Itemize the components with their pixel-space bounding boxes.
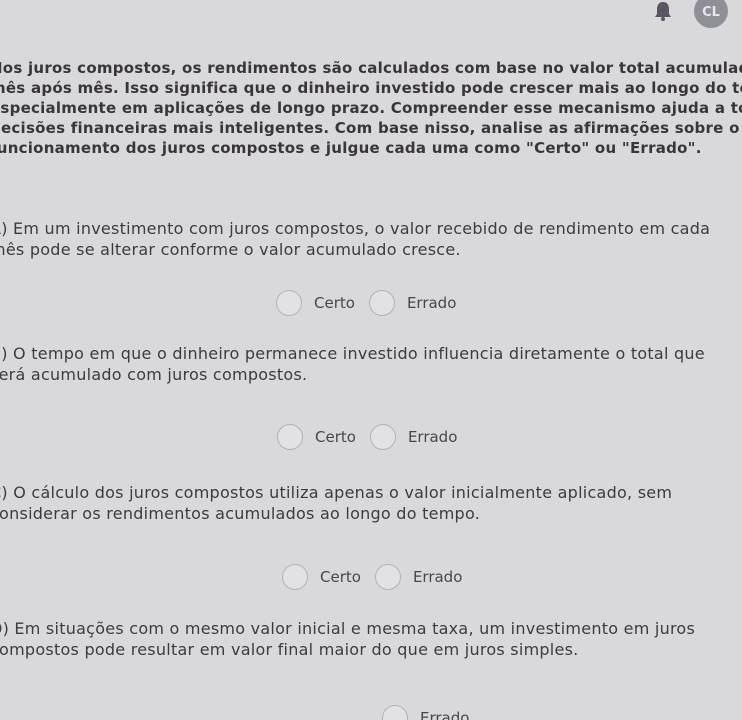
- question-c-option-certo[interactable]: Certo: [282, 564, 361, 590]
- question-d-text: D) Em situações com o mesmo valor inicia…: [0, 618, 742, 660]
- option-label: Certo: [320, 568, 361, 586]
- option-label: Certo: [314, 294, 355, 312]
- radio-button[interactable]: [369, 424, 396, 450]
- question-line: C) O cálculo dos juros compostos utiliza…: [0, 483, 673, 502]
- question-c-options: Certo Errado: [282, 563, 476, 591]
- top-bar: CL: [0, 0, 742, 34]
- question-line: D) Em situações com o mesmo valor inicia…: [0, 619, 696, 638]
- question-line: compostos pode resultar em valor final m…: [0, 640, 579, 659]
- question-line: considerar os rendimentos acumulados ao …: [0, 504, 481, 523]
- intro-line: decisões financeiras mais inteligentes. …: [0, 119, 740, 137]
- question-b-text: B) O tempo em que o dinheiro permanece i…: [0, 343, 742, 385]
- intro-line: mês após mês. Isso significa que o dinhe…: [0, 79, 742, 97]
- option-label: Certo: [315, 428, 356, 446]
- question-a-text: A) Em um investimento com juros composto…: [0, 218, 742, 260]
- question-line: será acumulado com juros compostos.: [0, 365, 308, 384]
- option-label: Errado: [412, 568, 463, 586]
- intro-line: funcionamento dos juros compostos e julg…: [0, 139, 702, 157]
- question-a-options: Certo Errado: [276, 289, 470, 317]
- question-b-options: Certo Errado: [277, 423, 471, 451]
- question-c-text: C) O cálculo dos juros compostos utiliza…: [0, 482, 742, 524]
- question-a-option-certo[interactable]: Certo: [276, 290, 355, 316]
- question-d-options: Errado: [382, 704, 483, 720]
- avatar[interactable]: CL: [694, 0, 728, 28]
- radio-button[interactable]: [368, 290, 395, 316]
- question-d-option-errado[interactable]: Errado: [382, 705, 469, 720]
- question-b-option-errado[interactable]: Errado: [369, 424, 458, 450]
- option-label: Errado: [420, 709, 470, 720]
- radio-button[interactable]: [374, 564, 401, 590]
- intro-text: Nos juros compostos, os rendimentos são …: [0, 58, 742, 158]
- question-b-option-certo[interactable]: Certo: [277, 424, 356, 450]
- intro-line: Nos juros compostos, os rendimentos são …: [0, 59, 742, 77]
- question-c-option-errado[interactable]: Errado: [374, 564, 463, 590]
- option-label: Errado: [406, 294, 457, 312]
- quiz-page: CL Nos juros compostos, os rendimentos s…: [0, 0, 742, 720]
- question-line: A) Em um investimento com juros composto…: [0, 219, 711, 238]
- bell-icon[interactable]: [652, 0, 674, 22]
- question-line: mês pode se alterar conforme o valor acu…: [0, 240, 461, 259]
- option-label: Errado: [407, 428, 458, 446]
- radio-button[interactable]: [382, 705, 408, 720]
- radio-button[interactable]: [282, 564, 308, 590]
- radio-button[interactable]: [276, 290, 302, 316]
- question-a-option-errado[interactable]: Errado: [368, 290, 457, 316]
- question-line: B) O tempo em que o dinheiro permanece i…: [0, 344, 705, 363]
- intro-line: especialmente em aplicações de longo pra…: [0, 99, 742, 117]
- radio-button[interactable]: [277, 424, 303, 450]
